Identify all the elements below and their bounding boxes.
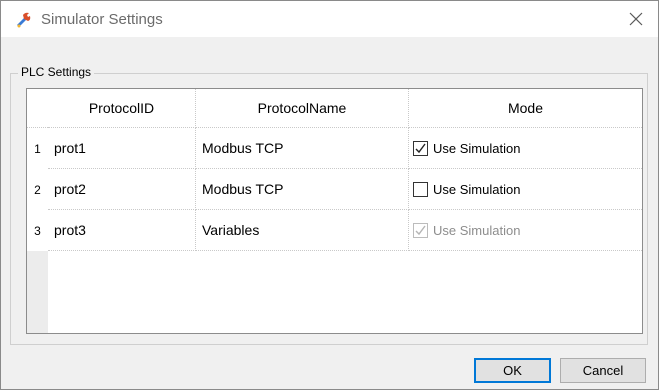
title-bar: Simulator Settings [1, 1, 658, 37]
mode-cell: Use Simulation [409, 169, 642, 210]
protocol-name-cell[interactable]: Variables [196, 210, 409, 251]
use-simulation-label: Use Simulation [433, 222, 521, 238]
table-row[interactable]: 1 prot1 Modbus TCP Use Simulation [27, 128, 642, 169]
mode-cell: Use Simulation [409, 128, 642, 169]
close-icon[interactable] [624, 7, 648, 31]
protocol-id-cell[interactable]: prot3 [48, 210, 196, 251]
cancel-button[interactable]: Cancel [560, 358, 646, 383]
use-simulation-checkbox[interactable] [413, 181, 428, 197]
group-label: PLC Settings [18, 65, 95, 79]
protocol-id-cell[interactable]: prot1 [48, 128, 196, 169]
simulator-settings-dialog: Simulator Settings PLC Settings Protocol… [0, 0, 659, 390]
row-number: 2 [27, 169, 48, 210]
use-simulation-label: Use Simulation [433, 181, 521, 197]
column-header-protocol-id[interactable]: ProtocolID [48, 89, 196, 128]
ok-button[interactable]: OK [474, 358, 551, 383]
protocol-name-cell[interactable]: Modbus TCP [196, 128, 409, 169]
window-title: Simulator Settings [41, 11, 163, 28]
use-simulation-checkbox [413, 222, 428, 238]
column-header-protocol-name[interactable]: ProtocolName [196, 89, 409, 128]
protocol-grid[interactable]: ProtocolID ProtocolName Mode 1 prot1 Mod… [26, 88, 643, 334]
row-number: 3 [27, 210, 48, 251]
table-row[interactable]: 3 prot3 Variables Use Simulation [27, 210, 642, 251]
column-header-mode[interactable]: Mode [409, 89, 642, 128]
table-row[interactable]: 2 prot2 Modbus TCP Use Simulation [27, 169, 642, 210]
protocol-id-cell[interactable]: prot2 [48, 169, 196, 210]
use-simulation-checkbox[interactable] [413, 140, 428, 156]
grid-corner [27, 89, 48, 128]
row-number: 1 [27, 128, 48, 169]
mode-cell: Use Simulation [409, 210, 642, 251]
protocol-name-cell[interactable]: Modbus TCP [196, 169, 409, 210]
tools-icon [15, 11, 33, 29]
use-simulation-label: Use Simulation [433, 140, 521, 156]
